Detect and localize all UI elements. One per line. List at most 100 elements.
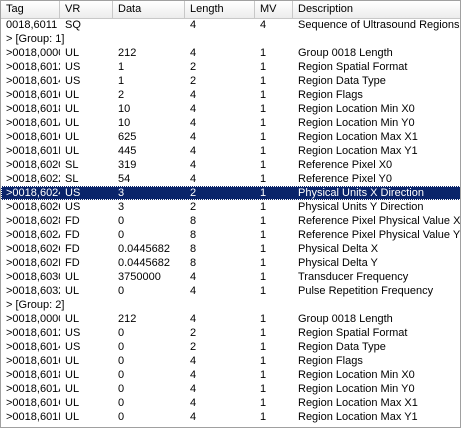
cell-description: Region Location Min X0 [298,103,415,115]
cell-data: 10 [118,117,131,129]
cell-vr: UL [65,131,80,143]
table-row[interactable]: >0018,601A UL 10 4 1 Region Location Min Y0 [1,116,460,130]
cell-mv: 1 [260,285,267,297]
cell-description: Physical Delta X [298,243,379,255]
table-row[interactable]: >0018,602C FD 0.0445682 8 1 Physical Delta X [1,242,460,256]
group-label: > [Group: 2] [6,299,65,311]
cell-mv: 1 [260,369,267,381]
cell-vr: UL [65,383,80,395]
cell-length: 4 [190,47,197,59]
cell-tag: >0018,601E [6,411,60,423]
cell-mv: 1 [260,397,267,409]
cell-data: 212 [118,47,137,59]
table-row[interactable]: >0018,601C UL 0 4 1 Region Location Max X1 [1,396,460,410]
table-row[interactable]: >0018,6012 US 0 2 1 Region Spatial Format [1,326,460,340]
cell-description: Region Spatial Format [298,61,408,73]
cell-length: 2 [190,327,197,339]
table-row[interactable]: >0018,601C UL 625 4 1 Region Location Max X1 [1,130,460,144]
cell-length: 2 [190,341,197,353]
cell-length: 4 [190,19,197,31]
cell-mv: 1 [260,313,267,325]
cell-vr: SL [65,173,79,185]
cell-mv: 1 [260,159,267,171]
cell-length: 2 [190,75,197,87]
header-vr[interactable]: VR [60,1,113,18]
header-description[interactable]: Description [293,1,460,18]
cell-mv: 1 [260,187,267,199]
header-length[interactable]: Length [185,1,255,18]
cell-mv: 1 [260,257,267,269]
cell-length: 4 [190,383,197,395]
table-row[interactable]: >0018,6018 UL 10 4 1 Region Location Min X0 [1,102,460,116]
table-row[interactable]: 0018,6011 SQ 4 4 Sequence of Ultrasound Regi… [1,18,460,32]
cell-tag: >0018,601C [6,131,60,143]
table-row[interactable]: >0018,6018 UL 0 4 1 Region Location Min X0 [1,368,460,382]
header-data[interactable]: Data [113,1,185,18]
table-row[interactable]: >0018,6032 UL 0 4 1 Pulse Repetition Frequenc… [1,284,460,298]
table-row[interactable]: >0018,601E UL 445 4 1 Region Location Max Y1 [1,144,460,158]
cell-tag: >0018,6016 [6,89,60,101]
cell-data: 0.0445682 [118,243,170,255]
cell-description: Physical Delta Y [298,257,378,269]
table-row[interactable]: >0018,6016 UL 0 4 1 Region Flags [1,354,460,368]
cell-tag: >0018,602E [6,257,60,269]
group-row[interactable]: > [Group: 1] [1,32,460,46]
cell-mv: 4 [260,19,267,31]
cell-vr: UL [65,117,80,129]
cell-length: 4 [190,355,197,367]
cell-mv: 1 [260,103,267,115]
cell-tag: >0018,6020 [6,159,60,171]
cell-description: Physical Units Y Direction [298,201,424,213]
table-row[interactable]: >0018,6026 US 3 2 1 Physical Units Y Directio… [1,200,460,214]
cell-data: 0 [118,327,125,339]
cell-mv: 1 [260,61,267,73]
cell-tag: >0018,601A [6,117,60,129]
table-row[interactable]: >0018,6014 US 1 2 1 Region Data Type [1,74,460,88]
cell-description: Group 0018 Length [298,47,393,59]
table-row[interactable]: >0018,601E UL 0 4 1 Region Location Max Y1 [1,410,460,424]
table-row[interactable]: >0018,0000 UL 212 4 1 Group 0018 Length [1,312,460,326]
cell-tag: >0018,6014 [6,341,60,353]
dicom-tag-list[interactable]: Tag VR Data Length MV Description 0018,6… [0,0,461,428]
cell-tag: 0018,6011 [6,19,58,31]
cell-vr: SQ [65,19,81,31]
table-row[interactable]: >0018,6030 UL 3750000 4 1 Transducer Frequenc… [1,270,460,284]
cell-vr: US [65,75,81,87]
cell-mv: 1 [260,215,267,227]
table-row[interactable]: >0018,6020 SL 319 4 1 Reference Pixel X0 [1,158,460,172]
cell-data: 0 [118,229,125,241]
cell-description: Region Flags [298,89,363,101]
cell-tag: >0018,6032 [6,285,60,297]
table-row[interactable]: >0018,6024 US 3 2 1 Physical Units X Directio… [1,186,460,200]
cell-tag: >0018,602A [6,229,60,241]
cell-length: 4 [190,285,197,297]
table-row[interactable]: >0018,6012 US 1 2 1 Region Spatial Format [1,60,460,74]
cell-tag: >0018,6024 [6,187,60,199]
cell-description: Reference Pixel X0 [298,159,393,171]
table-row[interactable]: >0018,0000 UL 212 4 1 Group 0018 Length [1,46,460,60]
table-row[interactable]: >0018,6014 US 0 2 1 Region Data Type [1,340,460,354]
header-mv[interactable]: MV [255,1,293,18]
cell-data: 0 [118,355,125,367]
header-tag[interactable]: Tag [1,1,60,18]
cell-description: Sequence of Ultrasound Regions [298,19,460,31]
group-row[interactable]: > [Group: 2] [1,298,460,312]
cell-data: 625 [118,131,137,143]
table-row[interactable]: >0018,6016 UL 2 4 1 Region Flags [1,88,460,102]
table-row[interactable]: >0018,6028 FD 0 8 1 Reference Pixel Physical … [1,214,460,228]
cell-mv: 1 [260,201,267,213]
cell-vr: UL [65,271,80,283]
table-row[interactable]: >0018,602E FD 0.0445682 8 1 Physical Delta Y [1,256,460,270]
table-row[interactable]: >0018,602A FD 0 8 1 Reference Pixel Physical … [1,228,460,242]
cell-vr: UL [65,411,80,423]
cell-tag: >0018,6012 [6,61,60,73]
cell-data: 0 [118,383,125,395]
cell-data: 0 [118,369,125,381]
cell-tag: >0018,6026 [6,201,60,213]
table-row[interactable]: >0018,601A UL 0 4 1 Region Location Min Y0 [1,382,460,396]
cell-vr: US [65,327,81,339]
cell-description: Physical Units X Direction [298,187,424,199]
cell-tag: >0018,601E [6,145,60,157]
table-row[interactable]: >0018,6022 SL 54 4 1 Reference Pixel Y0 [1,172,460,186]
cell-mv: 1 [260,131,267,143]
